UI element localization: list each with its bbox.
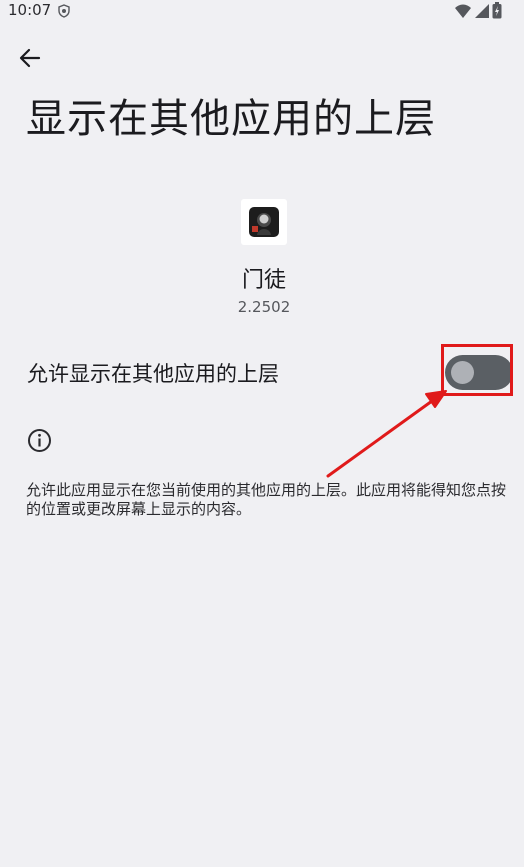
back-button[interactable]	[14, 42, 46, 74]
battery-icon	[492, 2, 502, 23]
permission-label: 允许显示在其他应用的上层	[27, 362, 279, 386]
app-name: 门徒	[241, 268, 286, 293]
shield-icon	[57, 3, 71, 22]
page-title: 显示在其他应用的上层	[26, 96, 436, 142]
status-bar: 10:07	[0, 0, 524, 22]
permission-description: 允许此应用显示在您当前使用的其他应用的上层。此应用将能得知您点按的位置或更改屏幕…	[26, 481, 507, 518]
status-time: 10:07	[8, 1, 52, 19]
app-version: 2.2502	[237, 298, 291, 316]
status-icons	[454, 2, 502, 23]
signal-icon	[474, 3, 490, 23]
app-icon	[241, 199, 287, 245]
arrow-back-icon	[19, 48, 41, 68]
wifi-icon	[454, 3, 472, 23]
highlight-box	[441, 344, 513, 396]
info-icon	[27, 428, 52, 457]
